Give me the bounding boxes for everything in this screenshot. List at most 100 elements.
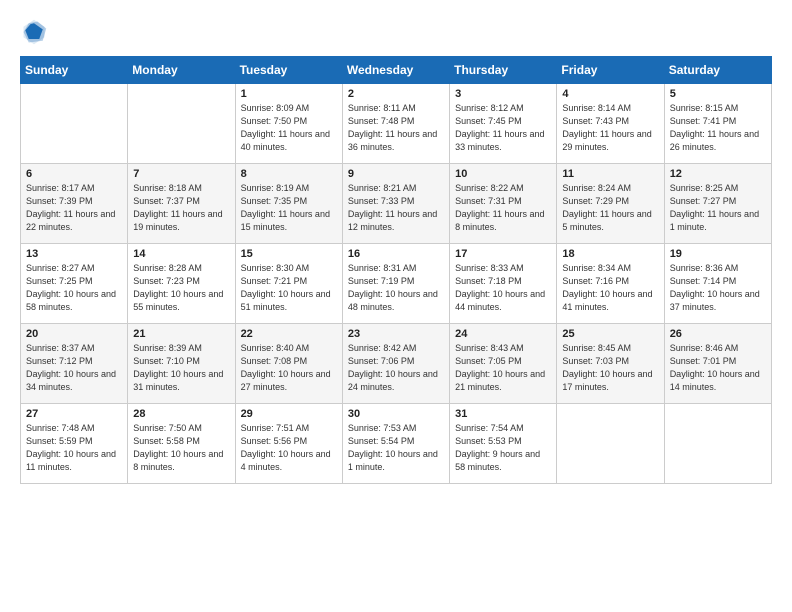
header-cell-wednesday: Wednesday xyxy=(342,57,449,84)
day-number: 16 xyxy=(348,248,444,260)
day-number: 24 xyxy=(455,328,551,340)
day-number: 31 xyxy=(455,408,551,420)
calendar-cell: 25Sunrise: 8:45 AMSunset: 7:03 PMDayligh… xyxy=(557,324,664,404)
day-info: Sunrise: 8:21 AMSunset: 7:33 PMDaylight:… xyxy=(348,182,444,234)
calendar-cell: 1 Sunrise: 8:09 AMSunset: 7:50 PMDaylight… xyxy=(235,84,342,164)
day-number: 5 xyxy=(670,88,766,100)
day-number: 20 xyxy=(26,328,122,340)
calendar-cell: 29 Sunrise: 7:51 AMSunset: 5:56 PMDayligh… xyxy=(235,404,342,484)
day-info: Sunrise: 8:25 AMSunset: 7:27 PMDaylight:… xyxy=(670,182,766,234)
calendar-cell: 18 Sunrise: 8:34 AMSunset: 7:16 PMDayligh… xyxy=(557,244,664,324)
calendar-cell: 7 Sunrise: 8:18 AMSunset: 7:37 PMDaylight… xyxy=(128,164,235,244)
day-info: Sunrise: 8:22 AMSunset: 7:31 PMDaylight:… xyxy=(455,182,551,234)
day-number: 8 xyxy=(241,168,337,180)
day-info: Sunrise: 8:31 AMSunset: 7:19 PMDaylight:… xyxy=(348,262,444,314)
calendar-cell: 17Sunrise: 8:33 AMSunset: 7:18 PMDayligh… xyxy=(450,244,557,324)
page: SundayMondayTuesdayWednesdayThursdayFrid… xyxy=(0,0,792,612)
day-number: 17 xyxy=(455,248,551,260)
day-info: Sunrise: 8:17 AMSunset: 7:39 PMDaylight:… xyxy=(26,182,122,234)
week-row-3: 20 Sunrise: 8:37 AMSunset: 7:12 PMDayligh… xyxy=(21,324,772,404)
calendar-cell: 13 Sunrise: 8:27 AMSunset: 7:25 PMDayligh… xyxy=(21,244,128,324)
logo-icon xyxy=(20,18,48,46)
day-number: 29 xyxy=(241,408,337,420)
calendar-cell xyxy=(128,84,235,164)
day-number: 13 xyxy=(26,248,122,260)
day-info: Sunrise: 8:14 AMSunset: 7:43 PMDaylight:… xyxy=(562,102,658,154)
calendar-cell: 15 Sunrise: 8:30 AMSunset: 7:21 PMDayligh… xyxy=(235,244,342,324)
day-number: 30 xyxy=(348,408,444,420)
day-number: 15 xyxy=(241,248,337,260)
calendar-cell xyxy=(557,404,664,484)
week-row-4: 27Sunrise: 7:48 AMSunset: 5:59 PMDayligh… xyxy=(21,404,772,484)
day-info: Sunrise: 8:36 AMSunset: 7:14 PMDaylight:… xyxy=(670,262,766,314)
calendar-cell: 3 Sunrise: 8:12 AMSunset: 7:45 PMDaylight… xyxy=(450,84,557,164)
day-info: Sunrise: 8:15 AMSunset: 7:41 PMDaylight:… xyxy=(670,102,766,154)
day-info: Sunrise: 8:24 AMSunset: 7:29 PMDaylight:… xyxy=(562,182,658,234)
day-info: Sunrise: 8:28 AMSunset: 7:23 PMDaylight:… xyxy=(133,262,229,314)
day-number: 21 xyxy=(133,328,229,340)
day-number: 11 xyxy=(562,168,658,180)
calendar-cell: 9 Sunrise: 8:21 AMSunset: 7:33 PMDaylight… xyxy=(342,164,449,244)
day-info: Sunrise: 8:45 AMSunset: 7:03 PMDaylight:… xyxy=(562,342,658,394)
calendar-table: SundayMondayTuesdayWednesdayThursdayFrid… xyxy=(20,56,772,484)
day-info: Sunrise: 8:46 AMSunset: 7:01 PMDaylight:… xyxy=(670,342,766,394)
day-info: Sunrise: 8:37 AMSunset: 7:12 PMDaylight:… xyxy=(26,342,122,394)
day-info: Sunrise: 8:40 AMSunset: 7:08 PMDaylight:… xyxy=(241,342,337,394)
week-row-1: 6 Sunrise: 8:17 AMSunset: 7:39 PMDaylight… xyxy=(21,164,772,244)
day-number: 1 xyxy=(241,88,337,100)
calendar-cell: 20 Sunrise: 8:37 AMSunset: 7:12 PMDayligh… xyxy=(21,324,128,404)
header-cell-tuesday: Tuesday xyxy=(235,57,342,84)
day-number: 3 xyxy=(455,88,551,100)
week-row-2: 13 Sunrise: 8:27 AMSunset: 7:25 PMDayligh… xyxy=(21,244,772,324)
day-number: 14 xyxy=(133,248,229,260)
header-cell-friday: Friday xyxy=(557,57,664,84)
day-info: Sunrise: 8:18 AMSunset: 7:37 PMDaylight:… xyxy=(133,182,229,234)
calendar-cell: 23 Sunrise: 8:42 AMSunset: 7:06 PMDayligh… xyxy=(342,324,449,404)
day-number: 19 xyxy=(670,248,766,260)
calendar-cell: 14 Sunrise: 8:28 AMSunset: 7:23 PMDayligh… xyxy=(128,244,235,324)
calendar-cell: 19 Sunrise: 8:36 AMSunset: 7:14 PMDayligh… xyxy=(664,244,771,324)
week-row-0: 1 Sunrise: 8:09 AMSunset: 7:50 PMDaylight… xyxy=(21,84,772,164)
calendar-cell: 26 Sunrise: 8:46 AMSunset: 7:01 PMDayligh… xyxy=(664,324,771,404)
day-info: Sunrise: 8:39 AMSunset: 7:10 PMDaylight:… xyxy=(133,342,229,394)
day-number: 23 xyxy=(348,328,444,340)
day-number: 18 xyxy=(562,248,658,260)
day-info: Sunrise: 8:34 AMSunset: 7:16 PMDaylight:… xyxy=(562,262,658,314)
day-info: Sunrise: 8:30 AMSunset: 7:21 PMDaylight:… xyxy=(241,262,337,314)
calendar-cell: 11 Sunrise: 8:24 AMSunset: 7:29 PMDayligh… xyxy=(557,164,664,244)
day-info: Sunrise: 7:53 AMSunset: 5:54 PMDaylight:… xyxy=(348,422,444,474)
calendar-cell: 30 Sunrise: 7:53 AMSunset: 5:54 PMDayligh… xyxy=(342,404,449,484)
day-info: Sunrise: 8:11 AMSunset: 7:48 PMDaylight:… xyxy=(348,102,444,154)
day-number: 9 xyxy=(348,168,444,180)
calendar-cell: 10Sunrise: 8:22 AMSunset: 7:31 PMDayligh… xyxy=(450,164,557,244)
header-cell-monday: Monday xyxy=(128,57,235,84)
day-info: Sunrise: 8:09 AMSunset: 7:50 PMDaylight:… xyxy=(241,102,337,154)
day-number: 2 xyxy=(348,88,444,100)
day-number: 27 xyxy=(26,408,122,420)
day-number: 26 xyxy=(670,328,766,340)
calendar-cell: 5 Sunrise: 8:15 AMSunset: 7:41 PMDaylight… xyxy=(664,84,771,164)
day-info: Sunrise: 8:27 AMSunset: 7:25 PMDaylight:… xyxy=(26,262,122,314)
day-number: 12 xyxy=(670,168,766,180)
calendar-cell: 21 Sunrise: 8:39 AMSunset: 7:10 PMDayligh… xyxy=(128,324,235,404)
header-cell-saturday: Saturday xyxy=(664,57,771,84)
calendar-cell: 28Sunrise: 7:50 AMSunset: 5:58 PMDayligh… xyxy=(128,404,235,484)
calendar-cell: 12 Sunrise: 8:25 AMSunset: 7:27 PMDayligh… xyxy=(664,164,771,244)
day-info: Sunrise: 7:54 AMSunset: 5:53 PMDaylight:… xyxy=(455,422,551,474)
calendar-cell: 8Sunrise: 8:19 AMSunset: 7:35 PMDaylight… xyxy=(235,164,342,244)
day-number: 22 xyxy=(241,328,337,340)
day-info: Sunrise: 8:43 AMSunset: 7:05 PMDaylight:… xyxy=(455,342,551,394)
day-info: Sunrise: 7:51 AMSunset: 5:56 PMDaylight:… xyxy=(241,422,337,474)
header-row: SundayMondayTuesdayWednesdayThursdayFrid… xyxy=(21,57,772,84)
day-number: 7 xyxy=(133,168,229,180)
header-cell-sunday: Sunday xyxy=(21,57,128,84)
day-number: 4 xyxy=(562,88,658,100)
calendar-cell: 27Sunrise: 7:48 AMSunset: 5:59 PMDayligh… xyxy=(21,404,128,484)
header xyxy=(20,18,772,46)
header-cell-thursday: Thursday xyxy=(450,57,557,84)
calendar-cell: 2 Sunrise: 8:11 AMSunset: 7:48 PMDaylight… xyxy=(342,84,449,164)
day-info: Sunrise: 8:12 AMSunset: 7:45 PMDaylight:… xyxy=(455,102,551,154)
logo xyxy=(20,18,52,46)
day-info: Sunrise: 8:42 AMSunset: 7:06 PMDaylight:… xyxy=(348,342,444,394)
day-number: 6 xyxy=(26,168,122,180)
